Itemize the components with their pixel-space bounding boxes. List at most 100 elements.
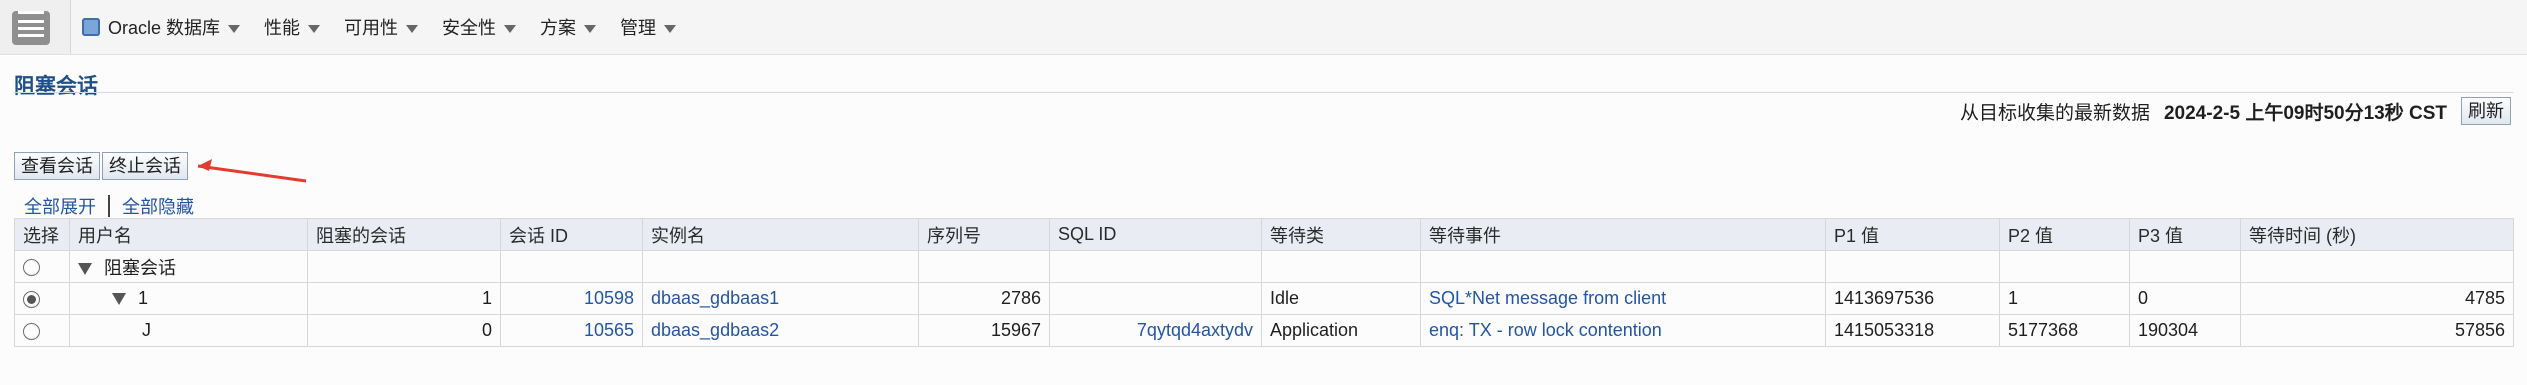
chevron-down-icon bbox=[308, 24, 321, 33]
blocking-sessions-table: 选择 用户名 阻塞的会话 会话 ID 实例名 序列号 SQL ID 等待类 等待… bbox=[14, 218, 2514, 347]
table-row: J 0 10565 dbaas_gdbaas2 15967 7qytqd4axt… bbox=[14, 314, 2514, 347]
column-header: 等待事件 bbox=[1420, 218, 1826, 251]
menu-icon[interactable] bbox=[12, 11, 50, 45]
chevron-down-icon bbox=[406, 24, 419, 33]
expand-collapse-links: 全部展开 全部隐藏 bbox=[24, 193, 194, 219]
session-id-link[interactable]: 10565 bbox=[500, 314, 643, 347]
blocked-sessions-cell: 1 bbox=[307, 282, 501, 315]
menu-availability[interactable]: 可用性 bbox=[344, 14, 419, 40]
column-header: SQL ID bbox=[1049, 218, 1262, 251]
p1-cell bbox=[1825, 250, 2000, 283]
main-menu: Oracle 数据库 性能 可用性 安全性 方案 管理 bbox=[82, 0, 677, 54]
radio-button[interactable] bbox=[23, 258, 40, 276]
session-id-link[interactable]: 10598 bbox=[500, 282, 643, 315]
menu-label-schema: 方案 bbox=[540, 18, 577, 38]
database-icon bbox=[82, 18, 100, 36]
column-header: 用户名 bbox=[69, 218, 308, 251]
p2-cell: 1 bbox=[1999, 282, 2130, 315]
radio-button-selected[interactable] bbox=[23, 290, 40, 308]
chevron-down-icon bbox=[504, 24, 517, 33]
top-navigation-bar: Oracle 数据库 性能 可用性 安全性 方案 管理 bbox=[0, 0, 2527, 55]
collapse-all-link[interactable]: 全部隐藏 bbox=[122, 193, 194, 219]
wait-class-cell bbox=[1261, 250, 1421, 283]
wait-event-link[interactable]: enq: TX - row lock contention bbox=[1420, 314, 1826, 347]
menu-label-performance: 性能 bbox=[264, 18, 301, 38]
column-header: P2 值 bbox=[1999, 218, 2130, 251]
username-value: 1 bbox=[138, 288, 149, 308]
p1-cell: 1413697536 bbox=[1825, 282, 2000, 315]
page-title: 阻塞会话 bbox=[14, 75, 98, 98]
instance-link[interactable]: dbaas_gdbaas1 bbox=[642, 282, 919, 315]
menu-security[interactable]: 安全性 bbox=[442, 14, 517, 40]
username-cell: J bbox=[69, 314, 308, 347]
menu-performance[interactable]: 性能 bbox=[264, 14, 321, 40]
p3-cell: 190304 bbox=[2129, 314, 2241, 347]
menu-label-management: 管理 bbox=[620, 18, 657, 38]
select-cell[interactable] bbox=[14, 250, 70, 283]
group-name-cell: 阻塞会话 bbox=[69, 250, 308, 283]
column-header: P1 值 bbox=[1825, 218, 2000, 251]
title-divider bbox=[14, 92, 2513, 93]
radio-button[interactable] bbox=[23, 322, 40, 340]
wait-class-cell: Application bbox=[1261, 314, 1421, 347]
column-header: 实例名 bbox=[642, 218, 919, 251]
menu-toggle-box[interactable] bbox=[0, 0, 71, 54]
instance-link[interactable]: dbaas_gdbaas2 bbox=[642, 314, 919, 347]
column-header: 等待类 bbox=[1261, 218, 1421, 251]
red-arrow-icon bbox=[197, 159, 307, 183]
sql-id-link[interactable]: 7qytqd4axtydv bbox=[1049, 314, 1262, 347]
wait-event-link[interactable]: SQL*Net message from client bbox=[1420, 282, 1826, 315]
chevron-down-icon bbox=[664, 24, 677, 33]
wait-event-cell bbox=[1420, 250, 1826, 283]
serial-cell: 15967 bbox=[918, 314, 1050, 347]
latest-data-time: 2024-2-5 上午09时50分13秒 CST bbox=[2163, 102, 2447, 124]
sql-id-cell bbox=[1049, 250, 1262, 283]
column-header: 序列号 bbox=[918, 218, 1050, 251]
menu-schema[interactable]: 方案 bbox=[540, 14, 597, 40]
table-row: 阻塞会话 bbox=[14, 250, 2514, 283]
terminate-session-button[interactable]: 终止会话 bbox=[102, 152, 188, 180]
view-session-button[interactable]: 查看会话 bbox=[14, 152, 100, 180]
group-label: 阻塞会话 bbox=[104, 257, 176, 278]
collapse-icon[interactable] bbox=[78, 262, 92, 275]
menu-label-security: 安全性 bbox=[442, 18, 497, 38]
wait-time-cell: 57856 bbox=[2240, 314, 2514, 347]
serial-cell: 2786 bbox=[918, 282, 1050, 315]
p1-cell: 1415053318 bbox=[1825, 314, 2000, 347]
session-id-cell bbox=[500, 250, 643, 283]
column-header: 等待时间 (秒) bbox=[2240, 218, 2514, 251]
action-buttons: 查看会话 终止会话 bbox=[14, 152, 188, 180]
p2-cell: 5177368 bbox=[1999, 314, 2130, 347]
wait-time-cell: 4785 bbox=[2240, 282, 2514, 315]
wait-class-cell: Idle bbox=[1261, 282, 1421, 315]
select-cell[interactable] bbox=[14, 314, 70, 347]
p3-cell: 0 bbox=[2129, 282, 2241, 315]
link-separator bbox=[108, 195, 110, 217]
refresh-button[interactable]: 刷新 bbox=[2461, 97, 2511, 125]
column-header: 选择 bbox=[14, 218, 70, 251]
menu-label-availability: 可用性 bbox=[344, 18, 399, 38]
latest-data-label: 从目标收集的最新数据 bbox=[1959, 102, 2150, 124]
menu-management[interactable]: 管理 bbox=[620, 14, 677, 40]
select-cell[interactable] bbox=[14, 282, 70, 315]
column-header: 会话 ID bbox=[500, 218, 643, 251]
chevron-down-icon bbox=[584, 24, 597, 33]
p3-cell bbox=[2129, 250, 2241, 283]
collapse-icon[interactable] bbox=[112, 293, 126, 306]
blocked-sessions-cell: 0 bbox=[307, 314, 501, 347]
blocked-sessions-cell bbox=[307, 250, 501, 283]
expand-all-link[interactable]: 全部展开 bbox=[24, 193, 96, 219]
instance-cell bbox=[642, 250, 919, 283]
column-header: 阻塞的会话 bbox=[307, 218, 501, 251]
p2-cell bbox=[1999, 250, 2130, 283]
serial-cell bbox=[918, 250, 1050, 283]
chevron-down-icon bbox=[228, 24, 241, 33]
username-cell: 1 bbox=[69, 282, 308, 315]
menu-label-oracle-database: Oracle 数据库 bbox=[108, 18, 221, 38]
menu-oracle-database[interactable]: Oracle 数据库 bbox=[82, 14, 241, 40]
table-row: 1 1 10598 dbaas_gdbaas1 2786 Idle SQL*Ne… bbox=[14, 282, 2514, 315]
sql-id-cell bbox=[1049, 282, 1262, 315]
refresh-area: 从目标收集的最新数据 2024-2-5 上午09时50分13秒 CST 刷新 bbox=[1960, 97, 2511, 125]
table-header-row: 选择 用户名 阻塞的会话 会话 ID 实例名 序列号 SQL ID 等待类 等待… bbox=[14, 218, 2514, 251]
column-header: P3 值 bbox=[2129, 218, 2241, 251]
